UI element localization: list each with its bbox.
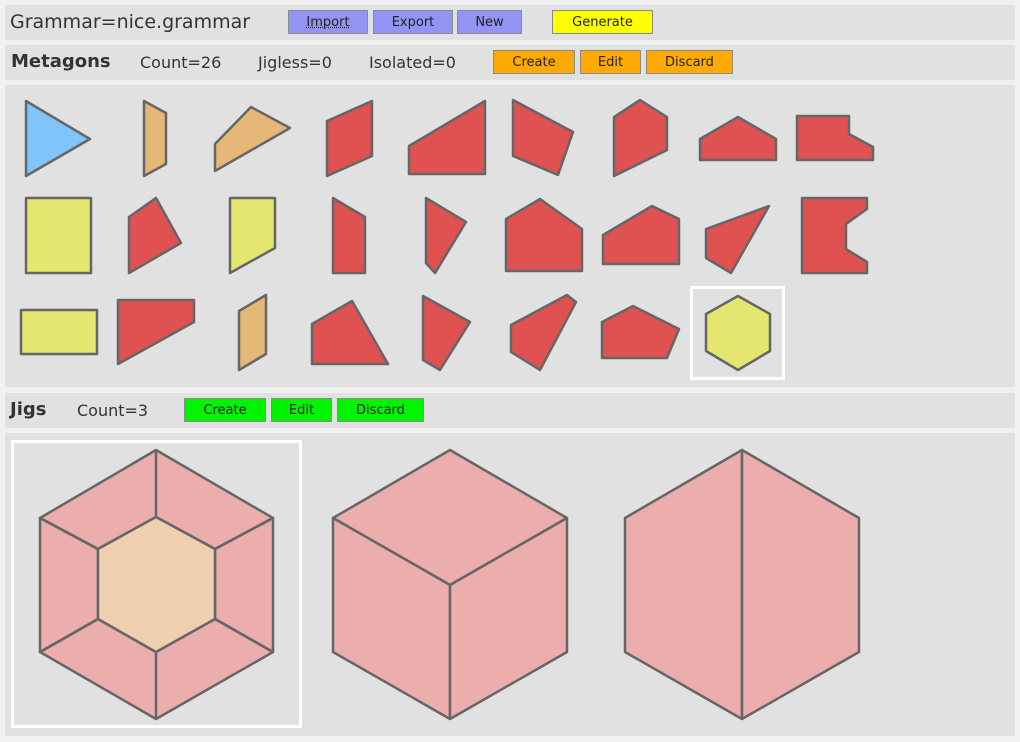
metagon-3[interactable]	[213, 105, 292, 173]
metagons-canvas	[19, 98, 875, 380]
metagon-11[interactable]	[127, 196, 183, 275]
metagon-23[interactable]	[421, 294, 472, 372]
jigs-count: Count=3	[77, 401, 149, 420]
import-button[interactable]: Import	[288, 10, 368, 34]
metagons-count: Count=26	[140, 53, 222, 72]
metagon-5[interactable]	[407, 99, 487, 176]
jig-create-button[interactable]: Create	[184, 398, 266, 422]
metagon-14[interactable]	[424, 196, 468, 275]
metagon-6[interactable]	[511, 98, 575, 177]
metagon-24[interactable]	[509, 293, 578, 372]
jig-3[interactable]	[623, 448, 861, 721]
metagon-10[interactable]	[24, 196, 93, 275]
metagon-21[interactable]	[237, 293, 268, 372]
jigs-heading: Jigs	[10, 399, 47, 420]
jigs-canvas	[11, 440, 861, 728]
metagons-bar: Metagons Count=26 Jigless=0 Isolated=0 C…	[5, 45, 1015, 80]
metagon-22[interactable]	[310, 299, 390, 366]
jigs-bar: Jigs Count=3 Create Edit Discard	[5, 393, 1015, 428]
grammar-bar: Grammar=nice.grammar Import Export New G…	[5, 5, 1015, 40]
generate-button[interactable]: Generate	[552, 10, 653, 34]
metagons-isolated: Isolated=0	[369, 53, 456, 72]
jig-discard-button[interactable]: Discard	[337, 398, 424, 422]
metagon-19[interactable]	[19, 308, 99, 356]
jig-2[interactable]	[331, 448, 569, 721]
metagon-18[interactable]	[800, 196, 869, 275]
jig-edit-button[interactable]: Edit	[271, 398, 332, 422]
metagon-2[interactable]	[142, 99, 168, 178]
metagon-9[interactable]	[795, 114, 875, 162]
metagon-1[interactable]	[24, 99, 92, 178]
new-button[interactable]: New	[457, 10, 522, 34]
metagon-25[interactable]	[600, 304, 681, 360]
metagon-20[interactable]	[116, 298, 196, 366]
metagon-4[interactable]	[325, 99, 374, 178]
metagon-12[interactable]	[228, 196, 277, 275]
export-button[interactable]: Export	[373, 10, 453, 34]
metagon-edit-button[interactable]: Edit	[580, 50, 641, 74]
metagons-heading: Metagons	[11, 51, 111, 72]
metagons-panel	[5, 85, 1015, 387]
jigs-panel	[5, 433, 1015, 736]
metagon-16[interactable]	[601, 204, 681, 266]
jig-3-piece-left	[623, 448, 744, 721]
jig-3-piece-right	[740, 448, 861, 721]
metagon-15[interactable]	[504, 197, 584, 273]
metagon-26[interactable]	[704, 294, 772, 372]
metagon-7[interactable]	[612, 98, 669, 178]
metagon-create-button[interactable]: Create	[493, 50, 575, 74]
metagon-8[interactable]	[698, 115, 778, 162]
metagon-17[interactable]	[704, 204, 771, 275]
metagon-discard-button[interactable]: Discard	[646, 50, 733, 74]
metagon-13[interactable]	[331, 196, 367, 275]
grammar-title: Grammar=nice.grammar	[10, 11, 251, 33]
jig-1[interactable]	[38, 448, 275, 721]
metagons-jigless: Jigless=0	[258, 53, 332, 72]
